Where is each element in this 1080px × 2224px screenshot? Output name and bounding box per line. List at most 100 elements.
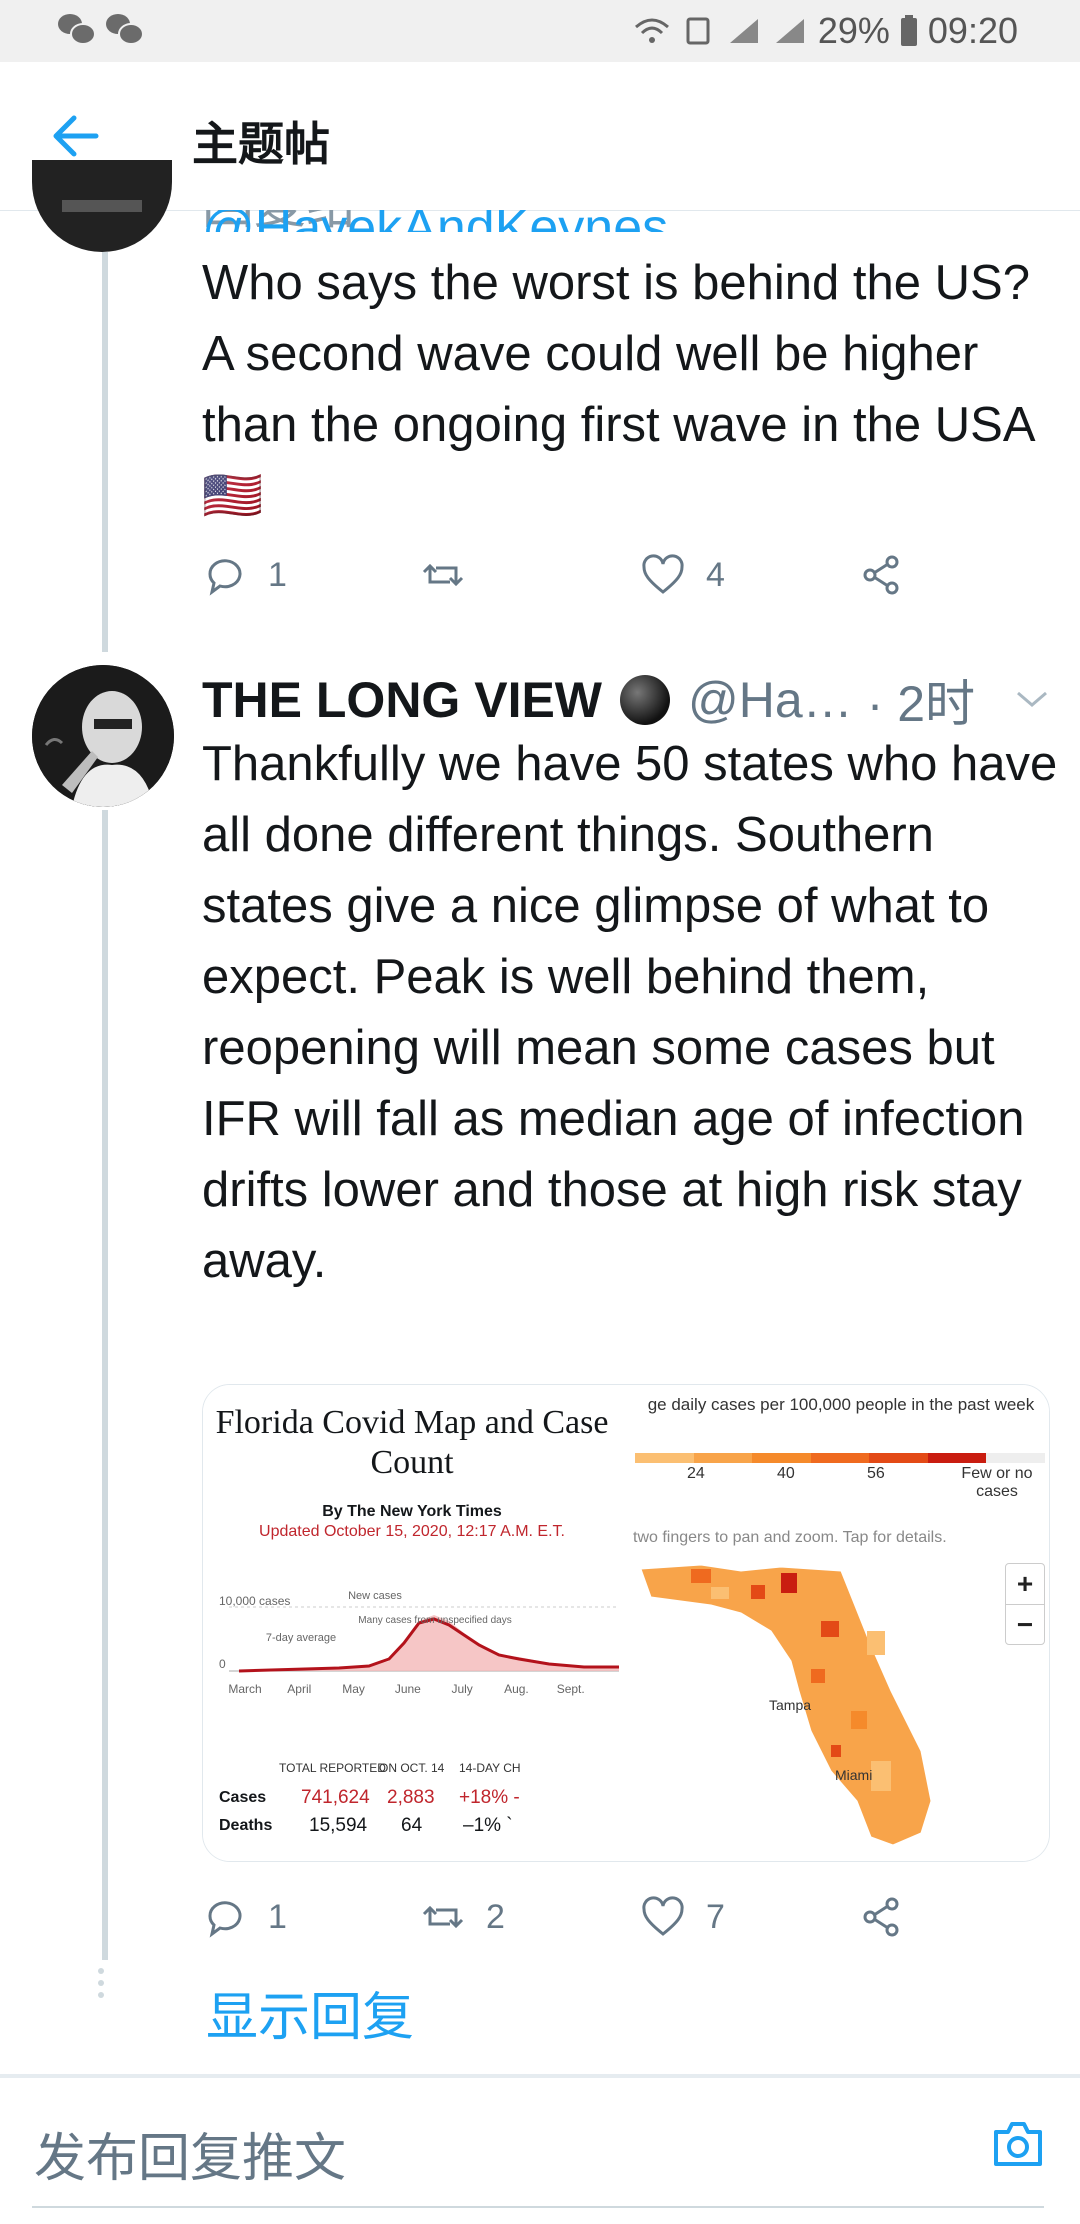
chevron-down-icon[interactable] xyxy=(1012,687,1052,711)
signal-roaming-icon xyxy=(775,19,804,43)
tweet-header: THE LONG VIEW @Ha… · 2时 xyxy=(202,665,1052,735)
back-arrow-icon[interactable] xyxy=(46,106,106,166)
case-chart: 10,000 cases 0 New cases 7-day average M… xyxy=(219,1590,619,1696)
table-header: 14-DAY CH xyxy=(459,1761,521,1775)
thread-dots xyxy=(98,1968,106,2004)
cases-change: +18% - xyxy=(459,1787,520,1808)
show-replies-link[interactable]: 显示回复 xyxy=(206,1975,414,2050)
camera-icon[interactable] xyxy=(990,2118,1046,2170)
tweet-actions: 1 2 7 xyxy=(202,1894,922,1954)
legend-tick: 40 xyxy=(777,1465,795,1482)
month-label: Sept. xyxy=(557,1682,585,1696)
wifi-icon xyxy=(634,18,669,43)
zoom-in-button[interactable]: + xyxy=(1006,1564,1044,1605)
reply-icon xyxy=(208,559,242,596)
y-axis-zero-label: 0 xyxy=(219,1657,226,1671)
city-label: Tampa xyxy=(769,1697,812,1713)
legend-swatch xyxy=(752,1453,811,1463)
heart-icon xyxy=(642,1896,684,1936)
month-axis: March April May June July Aug. Sept. xyxy=(228,1682,584,1696)
black-circle-emoji xyxy=(620,675,670,725)
tweet-media[interactable]: Florida Covid Map and Case Count By The … xyxy=(202,1384,1050,1862)
map-hint: two fingers to pan and zoom. Tap for det… xyxy=(633,1529,947,1546)
retweet-button[interactable] xyxy=(420,552,466,598)
media-updated: Updated October 15, 2020, 12:17 A.M. E.T… xyxy=(259,1523,565,1540)
month-label: Aug. xyxy=(504,1682,529,1696)
annotation-new-cases: New cases xyxy=(348,1590,402,1602)
legend-tick: 56 xyxy=(867,1465,885,1482)
like-button[interactable]: 4 xyxy=(640,552,725,598)
reply-button[interactable]: 1 xyxy=(202,1894,287,1940)
thread-line xyxy=(102,810,108,1960)
heart-icon xyxy=(642,554,684,594)
tweet-time: · 2时 xyxy=(866,676,976,732)
sim-icon xyxy=(686,17,710,45)
legend-few-label: Few or no cases xyxy=(961,1465,1033,1500)
share-icon xyxy=(863,1897,899,1937)
table-header: TOTAL REPORTED xyxy=(279,1761,386,1775)
like-button[interactable]: 7 xyxy=(640,1894,725,1940)
table-header: ON OCT. 14 xyxy=(379,1761,445,1775)
legend-swatch xyxy=(810,1453,870,1463)
battery-icon xyxy=(900,15,917,46)
share-icon xyxy=(863,555,899,595)
clock: 09:20 xyxy=(927,10,1018,51)
y-axis-top-label: 10,000 cases xyxy=(219,1594,290,1608)
tweet-actions: 1 4 xyxy=(202,552,922,612)
month-label: May xyxy=(342,1682,365,1696)
deaths-total: 15,594 xyxy=(309,1815,368,1836)
media-title: Florida Covid Map and Case Count xyxy=(215,1404,609,1481)
map-zoom-control: + − xyxy=(1005,1563,1045,1645)
share-button[interactable] xyxy=(858,1894,904,1940)
cases-total: 741,624 xyxy=(301,1787,370,1808)
cases-day: 2,883 xyxy=(387,1787,435,1808)
row-label: Deaths xyxy=(219,1817,273,1834)
composer-underline xyxy=(32,2206,1044,2208)
tweet-text: Who says the worst is behind the US? A s… xyxy=(202,256,1033,523)
reply-handle-link[interactable]: @HayekAndKeynes xyxy=(202,210,668,232)
legend-swatch xyxy=(869,1453,928,1463)
annotation-unspecified: Many cases from unspecified days xyxy=(358,1615,511,1626)
legend-swatch xyxy=(635,1453,694,1463)
legend-title: ge daily cases per 100,000 people in the… xyxy=(647,1395,1035,1414)
month-label: June xyxy=(395,1682,421,1696)
status-bar: 29% 09:20 xyxy=(0,0,1080,62)
annotation-average: 7-day average xyxy=(266,1632,336,1644)
nyt-case-count-image[interactable]: Florida Covid Map and Case Count By The … xyxy=(203,1385,621,1861)
reply-icon xyxy=(208,1901,242,1938)
month-label: April xyxy=(287,1682,311,1696)
wechat-notification-icon xyxy=(106,14,144,45)
page-title: 主题帖 xyxy=(192,118,330,170)
retweet-button[interactable]: 2 xyxy=(420,1894,505,1940)
battery-percent: 29% xyxy=(817,10,890,51)
media-byline: By The New York Times xyxy=(322,1503,502,1520)
share-button[interactable] xyxy=(858,552,904,598)
legend-tick: 24 xyxy=(687,1465,705,1482)
legend-swatch xyxy=(693,1453,753,1463)
legend-bar xyxy=(635,1453,1046,1463)
retweet-icon xyxy=(422,1905,464,1929)
avatar[interactable] xyxy=(32,160,172,252)
legend-swatch xyxy=(927,1453,987,1463)
florida-map-image[interactable]: ge daily cases per 100,000 people in the… xyxy=(627,1385,1049,1861)
tweet-text: Thankfully we have 50 states who have al… xyxy=(202,737,1058,1288)
zoom-out-button[interactable]: − xyxy=(1006,1605,1044,1645)
profile-photo xyxy=(32,665,174,807)
month-label: March xyxy=(228,1682,261,1696)
reply-button[interactable]: 1 xyxy=(202,552,287,598)
thread-line xyxy=(102,252,108,652)
author-name[interactable]: THE LONG VIEW xyxy=(202,671,602,729)
author-handle[interactable]: @Ha… xyxy=(688,671,853,729)
month-label: July xyxy=(451,1682,472,1696)
retweet-icon xyxy=(422,563,464,587)
reply-context: 回复给 @HayekAndKeynes xyxy=(202,210,668,232)
deaths-day: 64 xyxy=(401,1815,423,1836)
reply-input[interactable]: 发布回复推文 xyxy=(34,2116,346,2191)
reply-composer: 发布回复推文 xyxy=(0,2074,1080,2224)
signal-icon xyxy=(729,19,758,43)
city-label: Miami xyxy=(835,1767,873,1783)
legend-swatch xyxy=(986,1453,1046,1463)
deaths-change: –1% ` xyxy=(463,1815,513,1836)
wechat-notification-icon xyxy=(58,14,96,45)
avatar[interactable] xyxy=(32,665,174,807)
